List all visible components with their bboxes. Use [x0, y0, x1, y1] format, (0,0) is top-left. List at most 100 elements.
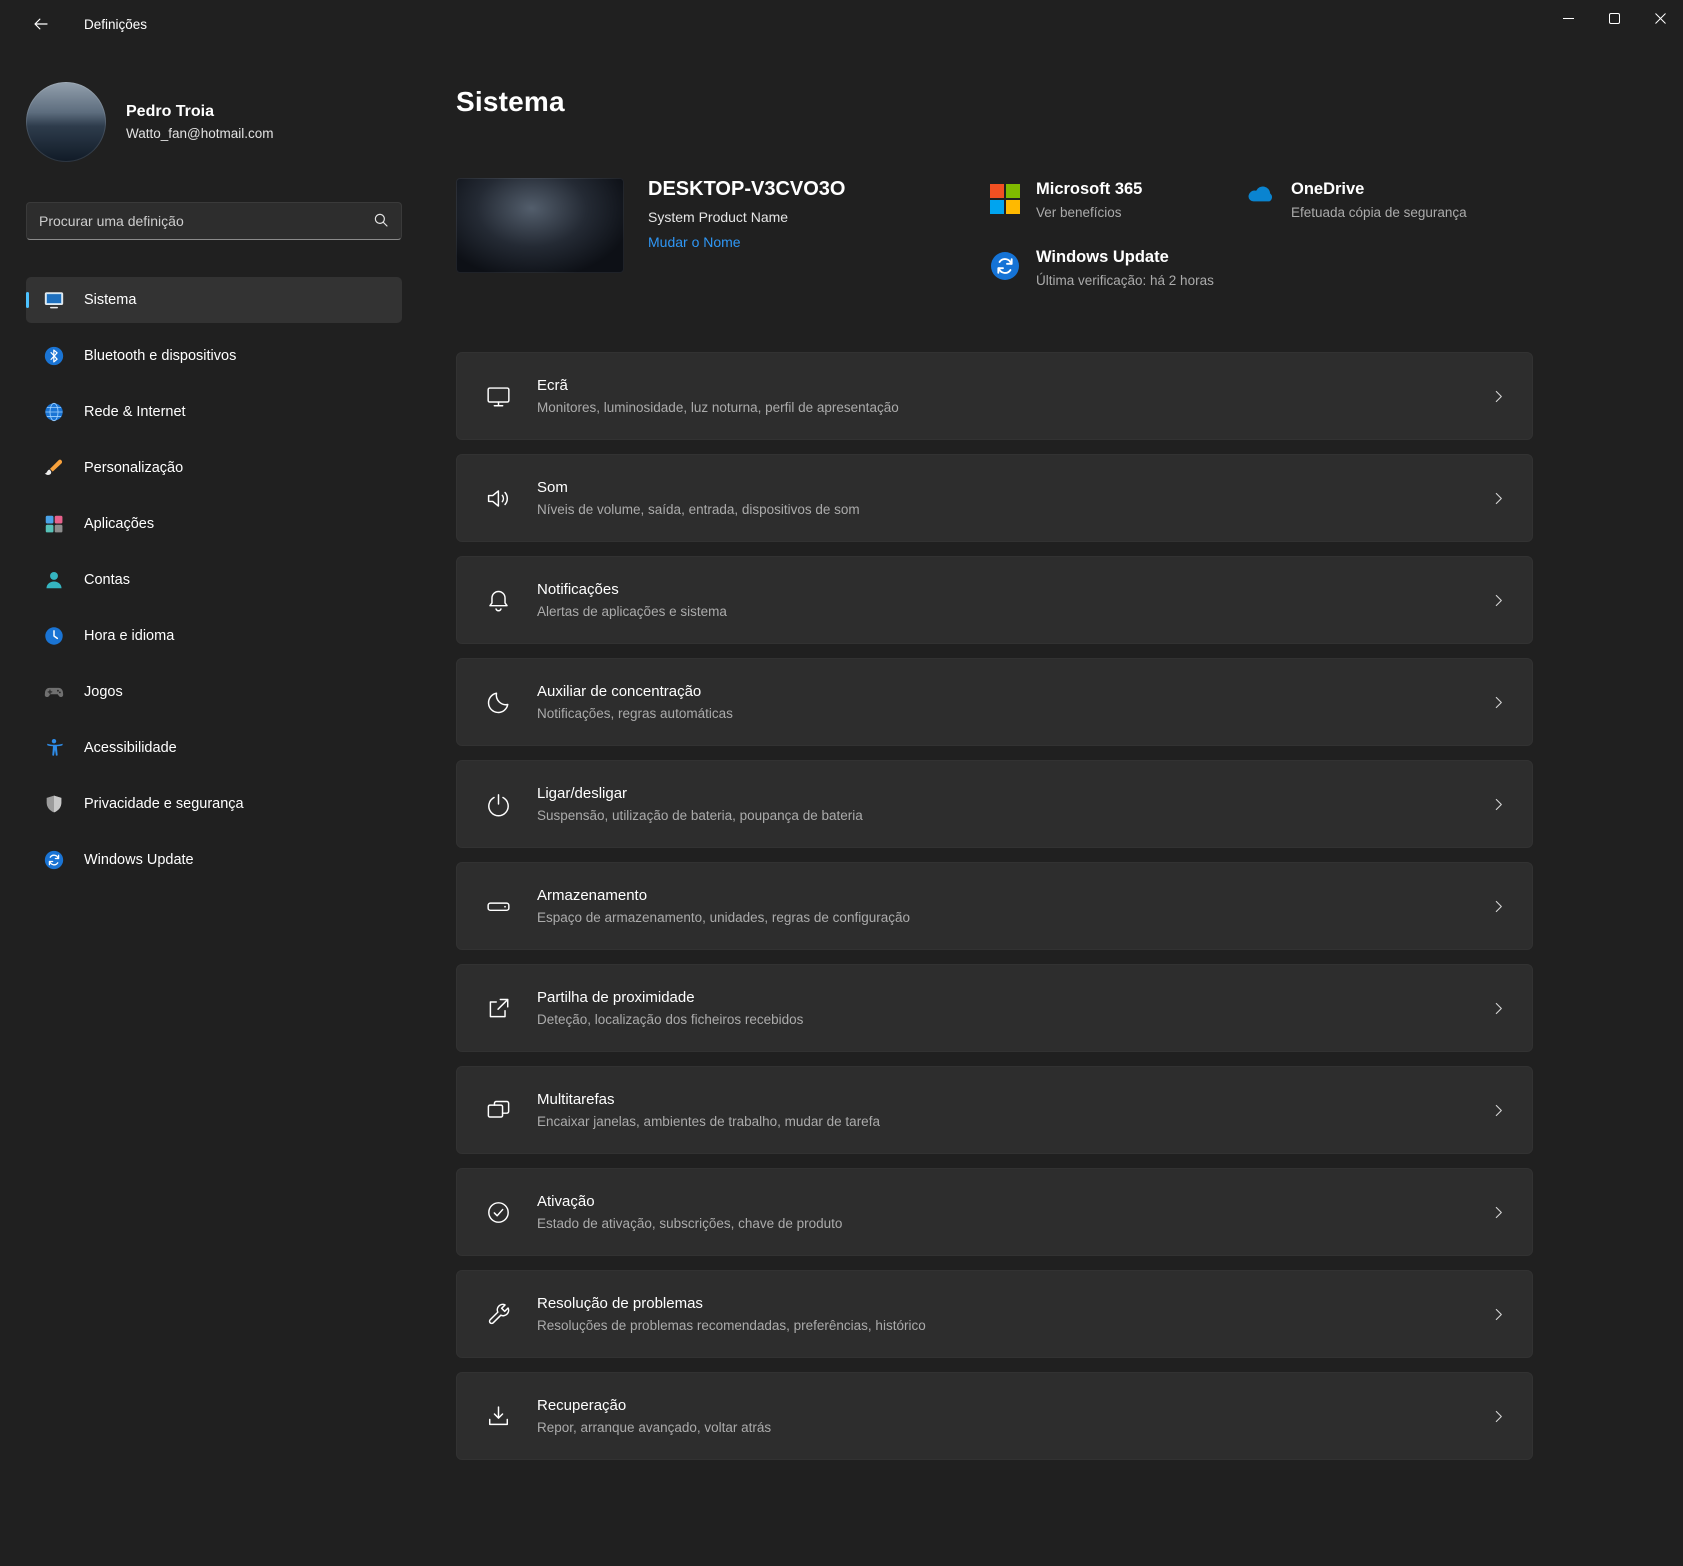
chevron-right-icon [1491, 1001, 1506, 1016]
speaker-icon [483, 485, 513, 512]
settings-row-title: Partilha de proximidade [537, 989, 803, 1006]
settings-row-ativacao[interactable]: Ativação Estado de ativação, subscrições… [456, 1168, 1533, 1256]
settings-row-subtitle: Monitores, luminosidade, luz noturna, pe… [537, 400, 899, 415]
microsoft-logo-icon [988, 180, 1022, 214]
status-title: OneDrive [1291, 180, 1467, 199]
settings-row-title: Recuperação [537, 1397, 771, 1414]
windows-update-icon [988, 248, 1022, 282]
settings-row-subtitle: Deteção, localização dos ficheiros receb… [537, 1012, 803, 1027]
chevron-right-icon [1491, 491, 1506, 506]
chevron-right-icon [1491, 1205, 1506, 1220]
search-input[interactable] [26, 202, 402, 240]
sidebar-item-windows-update[interactable]: Windows Update [26, 837, 402, 883]
settings-row-subtitle: Encaixar janelas, ambientes de trabalho,… [537, 1114, 880, 1129]
sidebar-item-contas[interactable]: Contas [26, 557, 402, 603]
rename-device-link[interactable]: Mudar o Nome [648, 234, 741, 250]
display-icon [483, 383, 513, 410]
device-thumbnail [456, 178, 624, 273]
main-panel: Sistema DESKTOP-V3CVO3O System Product N… [430, 48, 1683, 1566]
settings-row-title: Auxiliar de concentração [537, 683, 733, 700]
storage-drive-icon [483, 893, 513, 920]
check-circle-icon [483, 1199, 513, 1226]
status-subtitle: Ver benefícios [1036, 205, 1142, 220]
moon-icon [483, 689, 513, 716]
power-icon [483, 791, 513, 818]
settings-row-recuperacao[interactable]: Recuperação Repor, arranque avançado, vo… [456, 1372, 1533, 1460]
sidebar-item-label: Bluetooth e dispositivos [84, 348, 236, 364]
sidebar-item-label: Windows Update [84, 852, 194, 868]
settings-row-partilha-proximidade[interactable]: Partilha de proximidade Deteção, localiz… [456, 964, 1533, 1052]
chevron-right-icon [1491, 593, 1506, 608]
sidebar-item-label: Aplicações [84, 516, 154, 532]
status-onedrive[interactable]: OneDrive Efetuada cópia de segurança [1243, 180, 1533, 220]
selected-indicator [26, 292, 29, 308]
status-windows-update[interactable]: Windows Update Última verificação: há 2 … [988, 248, 1213, 288]
user-name: Pedro Troia [126, 103, 274, 121]
page-title: Sistema [456, 86, 1533, 118]
settings-row-subtitle: Níveis de volume, saída, entrada, dispos… [537, 502, 860, 517]
window-title: Definições [84, 17, 147, 32]
person-icon [42, 568, 66, 592]
settings-row-ecra[interactable]: Ecrã Monitores, luminosidade, luz noturn… [456, 352, 1533, 440]
sidebar-item-label: Sistema [84, 292, 136, 308]
settings-row-notificacoes[interactable]: Notificações Alertas de aplicações e sis… [456, 556, 1533, 644]
settings-row-subtitle: Repor, arranque avançado, voltar atrás [537, 1420, 771, 1435]
titlebar: Definições [0, 0, 1683, 48]
settings-row-subtitle: Espaço de armazenamento, unidades, regra… [537, 910, 910, 925]
sidebar-item-jogos[interactable]: Jogos [26, 669, 402, 715]
settings-row-ligar-desligar[interactable]: Ligar/desligar Suspensão, utilização de … [456, 760, 1533, 848]
search-icon [372, 211, 390, 232]
settings-row-title: Resolução de problemas [537, 1295, 926, 1312]
settings-row-multitarefas[interactable]: Multitarefas Encaixar janelas, ambientes… [456, 1066, 1533, 1154]
sidebar-item-rede-internet[interactable]: Rede & Internet [26, 389, 402, 435]
device-product-name: System Product Name [648, 209, 988, 225]
sidebar-item-label: Rede & Internet [84, 404, 186, 420]
maximize-button[interactable] [1591, 0, 1637, 36]
settings-row-auxiliar-concentracao[interactable]: Auxiliar de concentração Notificações, r… [456, 658, 1533, 746]
globe-icon [42, 400, 66, 424]
chevron-right-icon [1491, 1307, 1506, 1322]
back-arrow-icon [32, 15, 50, 33]
sidebar-item-aplicacoes[interactable]: Aplicações [26, 501, 402, 547]
sidebar-item-acessibilidade[interactable]: Acessibilidade [26, 725, 402, 771]
window-controls [1545, 0, 1683, 36]
settings-row-title: Armazenamento [537, 887, 910, 904]
sidebar-item-label: Acessibilidade [84, 740, 177, 756]
close-button[interactable] [1637, 0, 1683, 36]
shield-icon [42, 792, 66, 816]
sidebar-item-privacidade[interactable]: Privacidade e segurança [26, 781, 402, 827]
chevron-right-icon [1491, 1103, 1506, 1118]
multitask-windows-icon [483, 1097, 513, 1124]
window-content: Pedro Troia Watto_fan@hotmail.com Sistem… [0, 48, 1683, 1566]
apps-grid-icon [42, 512, 66, 536]
status-title: Microsoft 365 [1036, 180, 1142, 199]
minimize-button[interactable] [1545, 0, 1591, 36]
chevron-right-icon [1491, 389, 1506, 404]
status-cards: Microsoft 365 Ver benefícios OneDrive Ef… [988, 178, 1533, 288]
settings-row-title: Som [537, 479, 860, 496]
user-email: Watto_fan@hotmail.com [126, 126, 274, 141]
user-profile[interactable]: Pedro Troia Watto_fan@hotmail.com [26, 82, 402, 162]
status-subtitle: Efetuada cópia de segurança [1291, 205, 1467, 220]
chevron-right-icon [1491, 1409, 1506, 1424]
minimize-icon [1563, 13, 1574, 24]
close-icon [1655, 13, 1666, 24]
sidebar-item-sistema[interactable]: Sistema [26, 277, 402, 323]
settings-row-resolucao-problemas[interactable]: Resolução de problemas Resoluções de pro… [456, 1270, 1533, 1358]
clock-icon [42, 624, 66, 648]
sidebar-item-label: Contas [84, 572, 130, 588]
settings-row-title: Ativação [537, 1193, 842, 1210]
back-button[interactable] [24, 9, 58, 39]
sidebar-item-personalizacao[interactable]: Personalização [26, 445, 402, 491]
maximize-icon [1609, 13, 1620, 24]
settings-row-title: Multitarefas [537, 1091, 880, 1108]
settings-row-som[interactable]: Som Níveis de volume, saída, entrada, di… [456, 454, 1533, 542]
settings-row-subtitle: Alertas de aplicações e sistema [537, 604, 727, 619]
device-name: DESKTOP-V3CVO3O [648, 178, 988, 201]
status-microsoft-365[interactable]: Microsoft 365 Ver benefícios [988, 180, 1213, 220]
sidebar-item-hora-idioma[interactable]: Hora e idioma [26, 613, 402, 659]
settings-row-armazenamento[interactable]: Armazenamento Espaço de armazenamento, u… [456, 862, 1533, 950]
bluetooth-icon [42, 344, 66, 368]
device-header: DESKTOP-V3CVO3O System Product Name Muda… [456, 178, 1533, 288]
sidebar-item-bluetooth[interactable]: Bluetooth e dispositivos [26, 333, 402, 379]
